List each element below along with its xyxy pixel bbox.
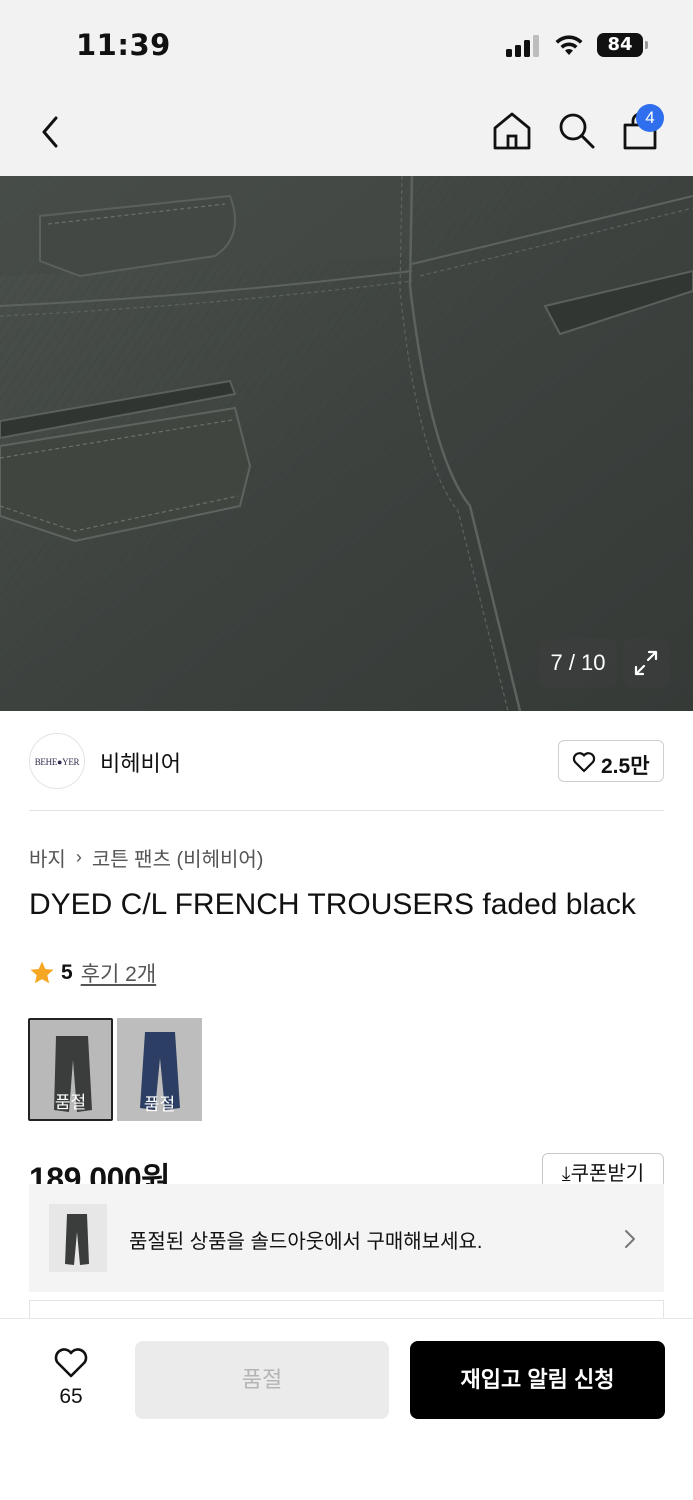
restock-alert-button[interactable]: 재입고 알림 신청 — [410, 1341, 665, 1419]
coupon-label: 쿠폰받기 — [570, 1163, 645, 1184]
brand-like-count: 2.5만 — [601, 755, 650, 778]
brand-like-button[interactable]: 2.5만 — [558, 740, 664, 782]
battery-tip — [645, 41, 648, 49]
chevron-right-icon: › — [75, 847, 82, 867]
soldout-marketplace-banner[interactable]: 품절된 상품을 솔드아웃에서 구매해보세요. — [29, 1184, 664, 1292]
color-swatch-black[interactable]: 품절 — [28, 1018, 113, 1121]
color-swatch-navy[interactable]: 품절 — [117, 1018, 202, 1121]
heart-outline-icon — [572, 752, 596, 773]
soldout-button[interactable]: 품절 — [135, 1341, 389, 1419]
wifi-icon — [555, 35, 583, 55]
divider — [29, 810, 664, 811]
swatch-soldout-label: 품절 — [54, 1093, 87, 1112]
breadcrumb: 바지 › 코튼 팬츠 (비헤비어) — [29, 843, 263, 872]
breadcrumb-category[interactable]: 바지 — [29, 843, 66, 872]
chevron-right-icon — [625, 1230, 635, 1248]
options-box-edge — [29, 1300, 664, 1320]
brand-name[interactable]: 비헤비어 — [100, 746, 181, 778]
status-time: 11:39 — [76, 28, 171, 62]
reviews-link[interactable]: 후기 2개 — [81, 958, 156, 988]
swatch-soldout-label: 품절 — [143, 1095, 176, 1114]
home-icon[interactable] — [491, 110, 533, 152]
cellular-signal-icon — [506, 35, 542, 57]
search-icon[interactable] — [556, 110, 598, 152]
coupon-clip: ⤓쿠폰받기 — [542, 1153, 664, 1184]
favorite-count: 65 — [59, 1385, 83, 1408]
battery-icon: 84 — [597, 33, 643, 57]
expand-image-button[interactable] — [623, 638, 669, 688]
expand-arrows-icon — [634, 650, 658, 676]
status-bar: 11:39 84 — [0, 0, 693, 88]
banner-thumbnail — [49, 1204, 107, 1272]
image-counter: 7 / 10 — [539, 638, 617, 688]
cart-count-badge: 4 — [636, 104, 664, 132]
nav-bar: 4 — [0, 88, 693, 176]
banner-text: 품절된 상품을 솔드아웃에서 구매해보세요. — [129, 1231, 483, 1253]
breadcrumb-subcategory[interactable]: 코튼 팬츠 (비헤비어) — [92, 843, 264, 872]
product-image-gallery[interactable] — [0, 176, 693, 711]
brand-logo[interactable]: BEHE●YER — [29, 733, 85, 789]
product-title: DYED C/L FRENCH TROUSERS faded black — [29, 888, 636, 921]
heart-outline-icon — [54, 1348, 88, 1378]
rating-row: 5 후기 2개 — [29, 958, 156, 988]
star-icon — [30, 961, 54, 984]
bottom-action-bar: 65 품절 재입고 알림 신청 — [0, 1318, 693, 1500]
price-clip: 189,000원 — [29, 1150, 539, 1184]
coupon-button[interactable]: ⤓쿠폰받기 — [542, 1153, 664, 1184]
brand-row: BEHE●YER 비헤비어 2.5만 — [0, 711, 693, 811]
back-chevron-icon[interactable] — [34, 110, 68, 154]
favorite-button[interactable]: 65 — [34, 1345, 108, 1411]
product-price: 189,000원 — [29, 1161, 171, 1184]
rating-score: 5 — [61, 961, 73, 984]
pants-thumbnail-image — [65, 1214, 89, 1265]
product-photo — [0, 176, 693, 711]
download-icon: ⤓ — [561, 1163, 571, 1184]
